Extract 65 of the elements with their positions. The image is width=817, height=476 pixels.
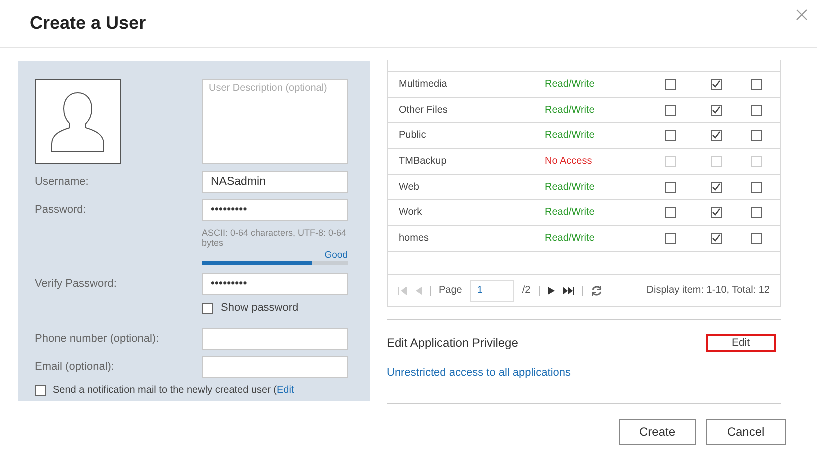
permission-checkbox[interactable] xyxy=(665,207,676,218)
permission-text: Read/Write xyxy=(545,104,596,116)
permission-checkbox[interactable] xyxy=(751,232,762,244)
input-field[interactable]: ••••••••• xyxy=(202,273,348,295)
page-count: /2 xyxy=(522,285,531,296)
permission-checkbox[interactable] xyxy=(751,130,762,142)
permission-checkbox[interactable] xyxy=(665,130,676,142)
permission-checkbox[interactable] xyxy=(751,78,762,90)
description-field[interactable]: User Description (optional) xyxy=(202,79,348,164)
permission-text: Read/Write xyxy=(545,78,596,90)
permission-checkbox[interactable] xyxy=(665,232,676,244)
input-field[interactable]: ••••••••• xyxy=(202,199,348,221)
field-label: Phone number (optional): xyxy=(35,332,160,347)
permission-checkbox[interactable] xyxy=(751,182,762,193)
permission-checkbox[interactable] xyxy=(665,104,676,116)
folder-name: Public xyxy=(399,130,428,142)
password-hint: ASCII: 0-64 characters, UTF-8: 0-64 bytes xyxy=(202,228,348,248)
folder-name: TMBackup xyxy=(399,156,448,167)
permission-text: Read/Write xyxy=(545,232,596,244)
permission-checkbox[interactable] xyxy=(711,104,722,116)
permission-checkbox[interactable] xyxy=(711,182,722,193)
input-field[interactable] xyxy=(202,356,348,378)
folder-name: Web xyxy=(399,182,420,193)
strength-label: Good xyxy=(324,250,348,261)
input-field[interactable] xyxy=(202,328,348,350)
permission-text: No Access xyxy=(545,156,594,167)
show-password-checkbox[interactable] xyxy=(202,302,213,314)
avatar-frame[interactable] xyxy=(35,79,121,164)
input-field[interactable]: NASadmin xyxy=(202,171,348,193)
permission-checkbox[interactable] xyxy=(711,232,722,244)
dialog-button[interactable]: Cancel xyxy=(706,419,786,445)
dialog-button[interactable]: Create xyxy=(619,419,696,445)
app-access-link[interactable]: Unrestricted access to all applications xyxy=(387,367,572,380)
page-input[interactable]: 1 xyxy=(470,280,514,302)
field-label: Email (optional): xyxy=(35,360,114,375)
permission-checkbox[interactable] xyxy=(711,78,722,90)
dialog-title: Create a User xyxy=(30,13,146,34)
notify-checkbox[interactable] xyxy=(35,385,46,396)
checkbox-label: Show password xyxy=(221,302,299,314)
last-page-icon[interactable] xyxy=(562,286,574,295)
section-title: Edit Application Privilege xyxy=(387,336,518,350)
permission-text: Read/Write xyxy=(545,130,596,142)
permission-checkbox[interactable] xyxy=(711,130,722,142)
permission-checkbox[interactable] xyxy=(665,182,676,193)
field-label: Username: xyxy=(35,175,89,190)
folder-name: Other Files xyxy=(399,104,449,116)
refresh-icon[interactable] xyxy=(590,284,603,297)
field-label: Password: xyxy=(35,203,86,218)
folder-name: homes xyxy=(399,232,430,244)
edit-button[interactable]: Edit xyxy=(706,334,776,352)
permission-text: Read/Write xyxy=(545,207,596,218)
edit-link[interactable]: Edit xyxy=(277,385,294,396)
permission-checkbox[interactable] xyxy=(665,78,676,90)
field-label: Verify Password: xyxy=(35,277,117,292)
next-page-icon[interactable] xyxy=(548,286,555,295)
permission-checkbox[interactable] xyxy=(711,207,722,218)
display-summary: Display item: 1-10, Total: 12 xyxy=(646,285,770,296)
page-label: Page xyxy=(439,285,462,296)
permission-text: Read/Write xyxy=(545,182,596,193)
permission-checkbox[interactable] xyxy=(751,207,762,218)
folder-name: Work xyxy=(399,207,424,218)
notify-text: Send a notification mail to the newly created user (Edit xyxy=(53,385,294,396)
close-icon[interactable] xyxy=(796,9,808,21)
permission-checkbox[interactable] xyxy=(751,104,762,116)
folder-name: Multimedia xyxy=(399,78,448,90)
